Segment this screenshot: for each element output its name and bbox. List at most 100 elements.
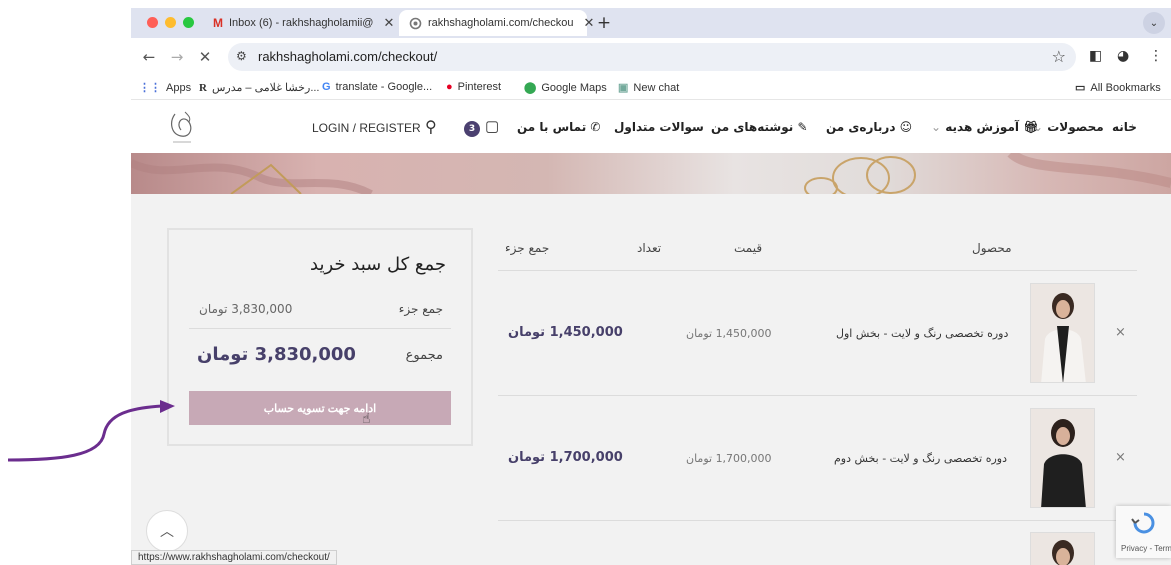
close-window-button[interactable] [147,17,158,28]
bookmark-google-maps[interactable]: ⬤ Google Maps [524,81,607,95]
nav-contact[interactable]: تماس با من ✆ [517,120,600,134]
product-title[interactable]: دوره تخصصی رنگ و لایت - بخش دوم [834,452,1007,465]
header-price: قیمت [734,241,763,255]
maps-pin-icon: ⬤ [524,82,537,94]
total-value: 3,830,000 تومان [197,344,356,365]
table-divider [498,270,1137,271]
bookmark-label: Google Maps [541,81,607,94]
cart-count-badge[interactable]: 3 [464,121,480,137]
recaptcha-links[interactable]: Privacy - Terms [1121,544,1171,553]
zoom-window-button[interactable] [183,17,194,28]
bookmark-new-chat[interactable]: ▣ New chat [618,81,680,95]
new-tab-button[interactable]: + [593,12,615,34]
product-title[interactable]: دوره تخصصی رنگ و لایت - بخش اول [836,327,1008,340]
browser-tab-strip: M Inbox (6) - rakhshagholamii@ ✕ rakhsha… [131,8,1171,38]
pinterest-icon: ● [446,81,453,93]
product-thumbnail[interactable] [1030,408,1095,508]
apps-grid-icon: ⋮⋮ [139,82,161,94]
tab-checkout[interactable]: rakhshagholami.com/checkou ✕ [399,10,594,36]
hand-cursor-icon: ☝ [362,411,371,427]
nav-faq[interactable]: سوالات متداول [614,120,704,134]
login-register-link[interactable]: LOGIN / REGISTER [312,121,421,135]
search-icon[interactable]: ⚲ [425,117,437,137]
product-thumbnail[interactable] [1030,532,1095,565]
header-subtotal: جمع جزء [505,241,550,255]
scroll-to-top-button[interactable]: ︿ [146,510,188,552]
close-icon[interactable]: ✕ [383,15,394,31]
header-quantity: تعداد [637,241,662,255]
proceed-to-checkout-button[interactable]: ادامه جهت تسویه حساب [189,391,451,425]
profile-avatar[interactable]: ◕ [1117,48,1129,64]
google-icon: G [322,81,331,93]
address-bar[interactable]: ⚙ rakhshagholami.com/checkout/ ☆ [228,43,1076,71]
total-label: مجموع [405,348,443,363]
loading-icon [409,16,422,30]
bookmarks-bar: ⋮⋮ Apps R رخشا غلامی – مدرس... G transla… [131,76,1171,100]
chat-icon: ▣ [618,82,629,94]
bookmark-label: New chat [633,81,680,94]
browser-toolbar: ← → ✕ ⚙ rakhshagholami.com/checkout/ ☆ ◧… [131,38,1171,76]
bookmark-translate[interactable]: G translate - Google... [322,81,432,93]
nav-products[interactable]: ⌄ محصولات [1033,120,1104,134]
cart-totals-box: جمع کل سبد خرید جمع جزء 3,830,000 تومان … [167,228,473,446]
header-product: محصول [972,241,1012,255]
subtotal-label: جمع جزء [398,302,443,316]
table-divider [498,395,1137,396]
side-panel-icon[interactable]: ◧ [1089,48,1102,64]
stop-loading-icon[interactable]: ✕ [195,48,215,66]
product-price: 1,450,000 تومان [686,327,772,340]
browser-menu-icon[interactable]: ⋮ [1149,48,1163,64]
r-logo-icon: R [199,81,207,94]
bookmark-pinterest[interactable]: ● Pinterest [446,81,501,93]
recaptcha-icon [1131,512,1155,534]
nav-about[interactable]: درباره‌ی من ☺ [826,120,912,134]
bookmark-label: translate - Google... [335,81,433,93]
remove-item-icon[interactable]: × [1115,325,1126,340]
status-bar-url: https://www.rakhshagholami.com/checkout/ [131,550,337,565]
site-logo[interactable] [167,108,197,150]
site-settings-icon[interactable]: ⚙ [236,49,247,63]
forward-icon[interactable]: → [167,48,187,66]
nav-label: تماس با من [517,120,587,134]
annotation-arrow [7,400,175,462]
remove-item-icon[interactable]: × [1115,450,1126,465]
nav-label: نوشته‌های من [711,120,794,134]
phone-icon: ✆ [590,120,601,134]
tab-title: rakhshagholami.com/checkou [428,17,574,29]
back-icon[interactable]: ← [139,48,159,66]
subtotal-value: 3,830,000 تومان [199,302,293,316]
url-text: rakhshagholami.com/checkout/ [258,49,438,64]
folder-icon: ▭ [1075,82,1086,94]
hero-banner-image [131,153,1171,194]
jewelry-decoration [131,153,1171,194]
nav-label: محصولات [1047,120,1104,134]
product-thumbnail[interactable] [1030,283,1095,383]
site-header: LOGIN / REGISTER ⚲ 3 ▢ تماس با من ✆ سوال… [131,104,1171,153]
nav-label: آموزش هدیه [945,120,1019,134]
shopping-bag-icon[interactable]: ▢ [485,117,499,135]
tab-search-button[interactable]: ⌄ [1143,12,1165,34]
gmail-icon: M [213,16,223,30]
nav-label: درباره‌ی من [826,120,896,134]
bookmark-label: Apps [166,81,192,94]
bookmark-label: رخشا غلامی – مدرس... [211,82,320,94]
instructor-photo [1031,284,1094,382]
bookmark-rakhsha[interactable]: R رخشا غلامی – مدرس... [199,81,320,95]
nav-free-training[interactable]: ⌄ آموزش هدیه 🎁︎ [931,120,1038,134]
all-bookmarks[interactable]: ▭ All Bookmarks [1075,81,1161,95]
smiley-icon: ☺ [899,120,913,134]
nav-posts[interactable]: نوشته‌های من ✎ [711,120,808,134]
product-subtotal: 1,450,000 تومان [508,325,623,340]
recaptcha-badge[interactable]: Privacy - Terms [1116,506,1171,558]
instructor-photo [1031,409,1094,507]
chevron-down-icon: ⌄ [1033,120,1044,134]
bookmark-apps[interactable]: ⋮⋮ Apps [139,81,192,95]
divider [189,328,451,329]
tab-title: Inbox (6) - rakhshagholamii@ [229,17,374,29]
minimize-window-button[interactable] [165,17,176,28]
table-divider [498,520,1137,521]
bookmark-label: All Bookmarks [1090,81,1161,94]
tab-gmail[interactable]: M Inbox (6) - rakhshagholamii@ ✕ [203,10,394,36]
bookmark-star-icon[interactable]: ☆ [1052,47,1066,66]
nav-home[interactable]: خانه [1112,120,1137,134]
